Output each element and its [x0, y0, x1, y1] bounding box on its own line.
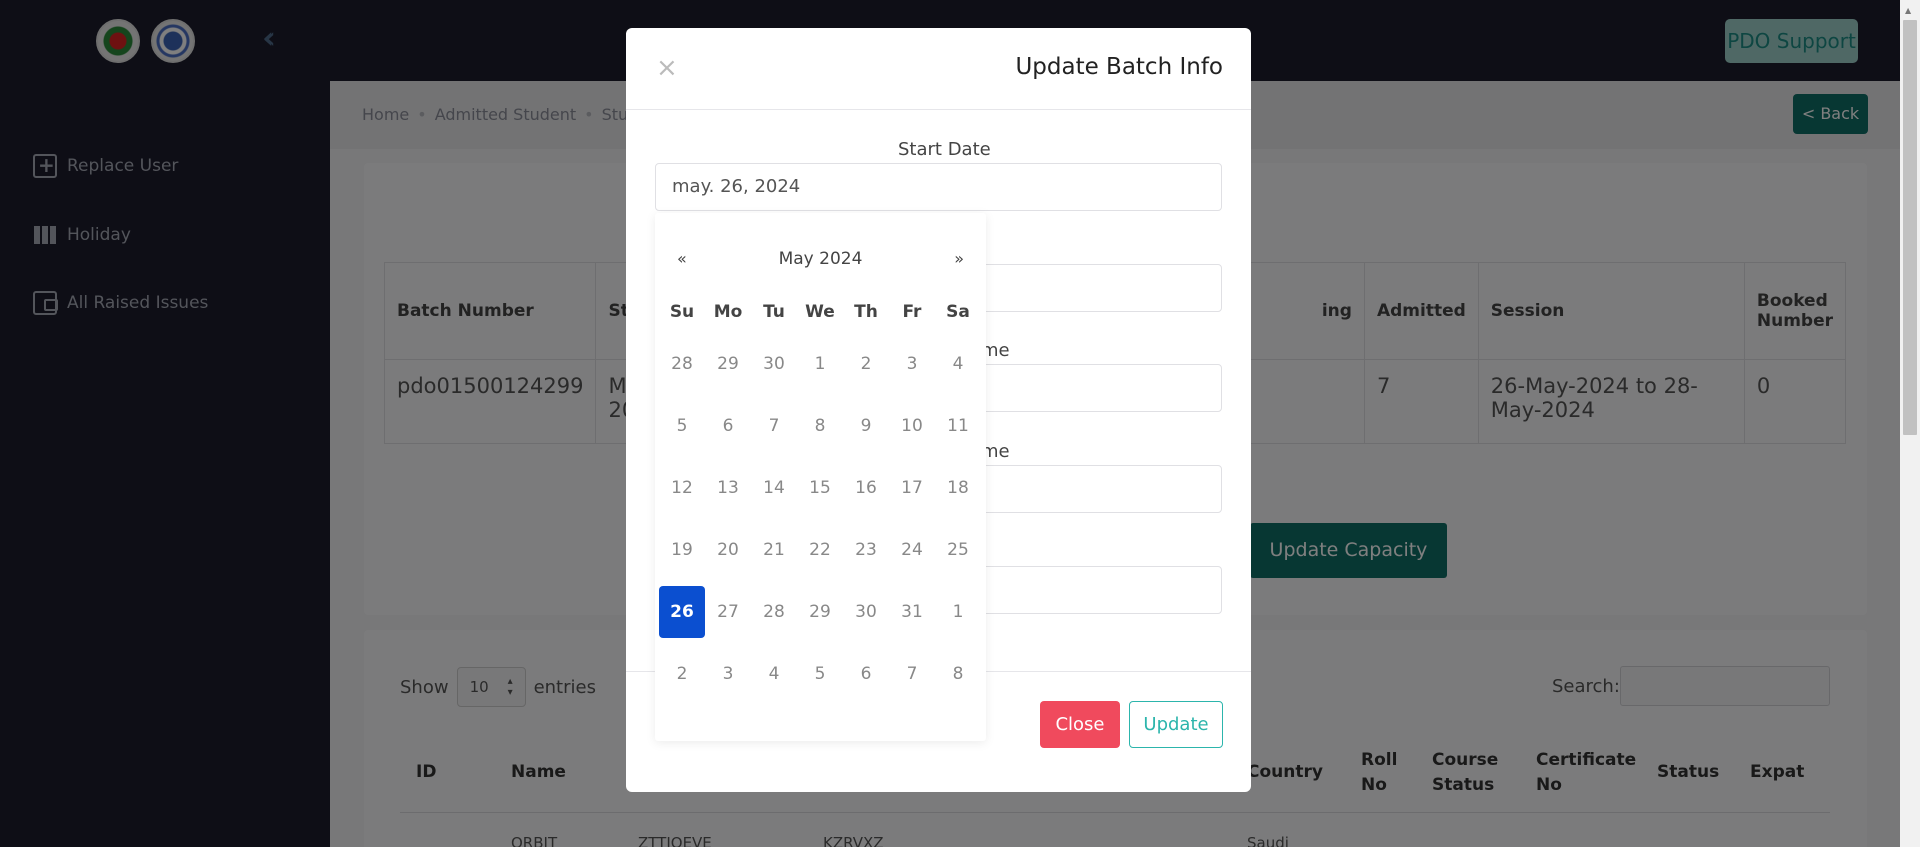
calendar-day[interactable]: 25	[935, 519, 981, 581]
scrollbar-thumb[interactable]	[1903, 20, 1917, 435]
calendar-day[interactable]: 18	[935, 457, 981, 519]
calendar-day[interactable]: 2	[659, 643, 705, 705]
calendar-day[interactable]: 1	[797, 333, 843, 395]
calendar-day[interactable]: 28	[659, 333, 705, 395]
calendar-day[interactable]: 28	[751, 581, 797, 643]
calendar-day[interactable]: 29	[705, 333, 751, 395]
weekday-header: Su	[669, 302, 695, 322]
calendar-day[interactable]: 30	[843, 581, 889, 643]
calendar-day[interactable]: 27	[705, 581, 751, 643]
calendar-day[interactable]: 11	[935, 395, 981, 457]
calendar-day[interactable]: 15	[797, 457, 843, 519]
calendar-day[interactable]: 6	[705, 395, 751, 457]
weekday-header: Tu	[763, 302, 785, 322]
month-label[interactable]: May 2024	[655, 249, 986, 269]
calendar-day[interactable]: 7	[889, 643, 935, 705]
calendar-day[interactable]: 4	[751, 643, 797, 705]
calendar-day[interactable]: 24	[889, 519, 935, 581]
calendar-day[interactable]: 21	[751, 519, 797, 581]
weekday-header: Th	[854, 302, 878, 322]
calendar-day[interactable]: 5	[659, 395, 705, 457]
calendar-day[interactable]: 30	[751, 333, 797, 395]
weekday-header: Fr	[902, 302, 922, 322]
calendar-day[interactable]: 3	[705, 643, 751, 705]
calendar-day[interactable]: 4	[935, 333, 981, 395]
calendar-day[interactable]: 12	[659, 457, 705, 519]
calendar-day[interactable]: 6	[843, 643, 889, 705]
datepicker: « May 2024 » Su Mo Tu We Th Fr Sa 28 29 30 1 2 3 4 5 6 7…	[655, 213, 986, 741]
calendar-day[interactable]: 31	[889, 581, 935, 643]
calendar-day[interactable]: 7	[751, 395, 797, 457]
calendar-day[interactable]: 16	[843, 457, 889, 519]
weekday-header: Mo	[713, 302, 743, 322]
calendar-day[interactable]: 3	[889, 333, 935, 395]
next-month-button[interactable]: »	[954, 249, 964, 268]
calendar-day[interactable]: 17	[889, 457, 935, 519]
scroll-up-icon[interactable]: ▲	[1905, 6, 1911, 15]
calendar-grid: Su Mo Tu We Th Fr Sa 28 29 30 1 2 3 4 5 6 7 8 9 10 11 12 13 14 1…	[659, 291, 981, 705]
start-date-input[interactable]: may. 26, 2024	[655, 163, 1222, 211]
calendar-day[interactable]: 14	[751, 457, 797, 519]
close-button[interactable]: Close	[1040, 701, 1120, 748]
calendar-day[interactable]: 22	[797, 519, 843, 581]
calendar-day[interactable]: 2	[843, 333, 889, 395]
calendar-day[interactable]: 5	[797, 643, 843, 705]
calendar-day[interactable]: 9	[843, 395, 889, 457]
calendar-day[interactable]: 23	[843, 519, 889, 581]
calendar-day-selected[interactable]: 26	[659, 586, 705, 638]
calendar-day[interactable]: 8	[935, 643, 981, 705]
update-button[interactable]: Update	[1129, 701, 1223, 748]
calendar-day[interactable]: 19	[659, 519, 705, 581]
calendar-day[interactable]: 20	[705, 519, 751, 581]
start-date-label: Start Date	[898, 139, 991, 160]
calendar-day[interactable]: 13	[705, 457, 751, 519]
modal-header: × Update Batch Info	[626, 28, 1251, 110]
modal-title: Update Batch Info	[1015, 54, 1223, 80]
calendar-day[interactable]: 1	[935, 581, 981, 643]
calendar-day[interactable]: 29	[797, 581, 843, 643]
weekday-header: Sa	[946, 302, 970, 322]
close-icon[interactable]: ×	[656, 53, 678, 83]
calendar-day[interactable]: 8	[797, 395, 843, 457]
weekday-header: We	[805, 302, 835, 322]
calendar-day[interactable]: 10	[889, 395, 935, 457]
